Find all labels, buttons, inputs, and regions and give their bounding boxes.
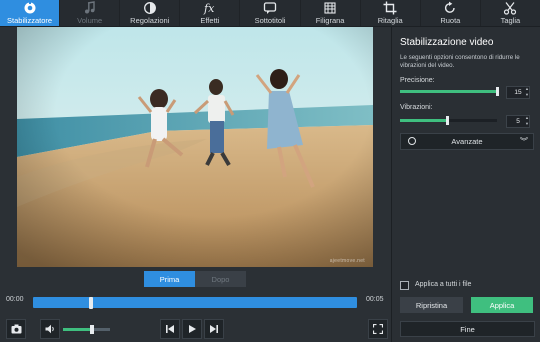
playhead[interactable] <box>89 297 94 309</box>
tool-watermark[interactable]: Filigrana <box>301 0 361 26</box>
volume-knob[interactable] <box>90 325 95 334</box>
music-note-icon <box>84 1 95 14</box>
player-controls <box>0 317 390 342</box>
before-after-toggle: Prima Dopo <box>144 271 246 287</box>
tool-label: Taglia <box>500 16 521 25</box>
fullscreen-icon <box>373 324 383 334</box>
vibrations-label: Vibrazioni: <box>400 104 433 111</box>
subtitle-icon <box>263 2 277 14</box>
next-frame-button[interactable] <box>204 319 224 339</box>
tool-volume[interactable]: Volume <box>60 0 121 26</box>
tool-label: Filigrana <box>315 16 345 25</box>
mute-button[interactable] <box>40 319 60 339</box>
stabilization-panel: Stabilizzazione video Le seguenti opzion… <box>391 27 540 342</box>
skip-forward-icon <box>210 325 218 333</box>
scissors-icon <box>504 2 517 15</box>
before-button[interactable]: Prima <box>144 271 195 287</box>
rotate-icon <box>445 1 456 13</box>
vibrations-fill <box>400 119 447 122</box>
panel-description: Le seguenti opzioni consentono di ridurr… <box>400 54 520 69</box>
done-button[interactable]: Fine <box>400 321 535 337</box>
skip-back-icon <box>166 325 174 333</box>
precision-knob[interactable] <box>496 87 499 96</box>
watermark-icon <box>324 2 336 14</box>
tool-label: Ritaglia <box>377 16 403 25</box>
vibrations-spin-arrows[interactable]: ▲ ▼ <box>525 115 531 126</box>
tool-label: Effetti <box>200 16 220 25</box>
fx-icon: fx <box>203 2 215 15</box>
beach-photo <box>17 27 373 267</box>
tool-adjustments[interactable]: Regolazioni <box>120 0 181 26</box>
apply-button[interactable]: Applica <box>471 297 533 313</box>
tool-label: Stabilizzatore <box>7 16 53 25</box>
tool-effects[interactable]: fx Effetti <box>180 0 241 26</box>
apply-all-checkbox[interactable] <box>400 281 409 290</box>
tool-label: Volume <box>77 16 103 25</box>
panel-title: Stabilizzazione video <box>400 37 494 48</box>
play-icon <box>189 325 196 333</box>
tool-subtitles[interactable]: Sottotitoli <box>240 0 301 26</box>
tool-cut[interactable]: Taglia <box>481 0 540 26</box>
volume-fill <box>63 328 93 331</box>
speaker-icon <box>45 324 54 334</box>
crop-icon <box>383 1 397 15</box>
vibrations-slider[interactable] <box>400 116 497 125</box>
precision-label: Precisione: <box>400 77 435 84</box>
timeline-track[interactable] <box>33 297 357 309</box>
timeline: 00:00 00:05 <box>0 292 390 310</box>
precision-slider[interactable] <box>400 87 499 96</box>
snapshot-button[interactable] <box>6 319 26 339</box>
tool-label: Ruota <box>440 16 461 25</box>
tool-crop[interactable]: Ritaglia <box>361 0 421 26</box>
precision-spin-arrows[interactable]: ▲ ▼ <box>525 86 531 97</box>
stabilizer-icon <box>24 1 36 14</box>
time-start: 00:00 <box>6 296 24 303</box>
tool-stabilizer[interactable]: Stabilizzatore <box>0 0 61 26</box>
double-chevron-down-icon: ︾ <box>520 137 528 146</box>
camera-icon <box>11 324 21 334</box>
tool-bar: Stabilizzatore Volume Regolazioni fx Eff… <box>0 0 540 27</box>
advanced-label: Avanzate <box>451 137 483 146</box>
precision-fill <box>400 90 497 93</box>
fullscreen-button[interactable] <box>368 319 388 339</box>
apply-all-label: Applica a tutti i file <box>415 281 472 288</box>
volume-slider[interactable] <box>63 325 110 334</box>
previous-frame-button[interactable] <box>160 319 180 339</box>
photo-watermark: ajeetmove.net <box>329 258 365 264</box>
preview-area: ajeetmove.net <box>0 27 390 267</box>
reset-button[interactable]: Ripristina <box>400 297 463 313</box>
vibrations-knob[interactable] <box>445 116 449 125</box>
time-end: 00:05 <box>366 296 384 303</box>
video-frame: ajeetmove.net <box>17 27 373 267</box>
tool-label: Regolazioni <box>130 16 170 25</box>
contrast-icon <box>143 2 156 14</box>
svg-text:fx: fx <box>203 2 215 15</box>
tool-label: Sottotitoli <box>254 16 286 25</box>
after-button[interactable]: Dopo <box>195 271 246 287</box>
advanced-toggle[interactable]: Avanzate ︾ <box>400 133 534 150</box>
tool-rotate[interactable]: Ruota <box>421 0 481 26</box>
play-button[interactable] <box>182 319 202 339</box>
